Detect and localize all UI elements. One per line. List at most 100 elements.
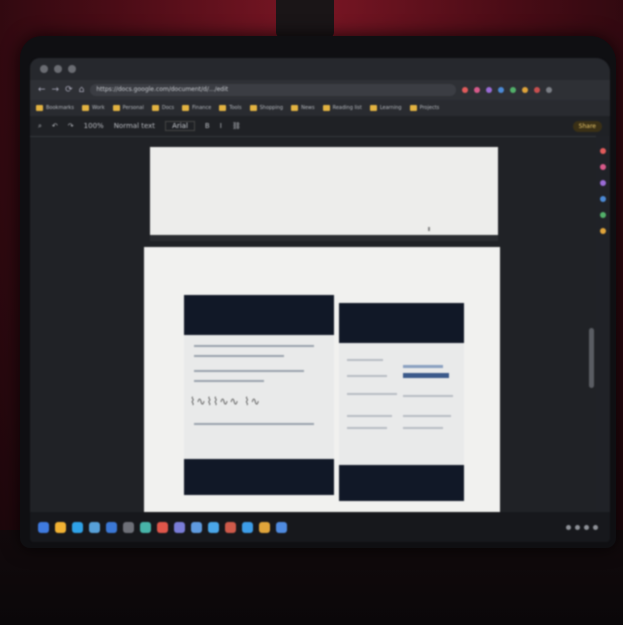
taskbar-app-icon[interactable] [72,521,83,533]
taskbar-app-icon[interactable] [55,521,66,533]
bookmark-folder[interactable]: Tools [219,105,242,111]
bookmark-folder[interactable]: Learning [369,105,402,111]
screenshot-text-line [194,345,314,347]
link-icon[interactable]: ⛓ [232,122,241,130]
bookmark-folder[interactable]: News [291,105,315,111]
extension-icon[interactable] [498,87,505,93]
forward-icon[interactable]: → [52,85,60,95]
taskbar-app-icon[interactable] [276,521,287,533]
bold-icon[interactable]: B [205,122,210,130]
extension-icon[interactable] [534,87,541,93]
bookmark-label: News [301,105,315,111]
embedded-screenshot[interactable] [339,303,464,501]
wifi-icon[interactable] [575,524,580,530]
folder-icon [291,105,299,111]
taskbar-app-icon[interactable] [123,521,134,533]
font-select[interactable]: Arial [165,121,195,131]
zoom-select[interactable]: 100% [84,122,104,130]
screenshot-text-line [347,415,392,417]
bookmark-folder[interactable]: Bookmarks [36,105,74,111]
bookmark-folder[interactable]: Personal [112,105,144,111]
taskbar-app-icon[interactable] [242,521,253,533]
side-panel-icon[interactable] [600,164,606,170]
folder-icon [219,105,227,111]
window-control-icon[interactable] [54,65,62,73]
folder-icon [249,105,257,111]
address-bar-row: ← → ⟳ ⌂ https://docs.google.com/document… [30,80,610,100]
document-page[interactable] [150,147,498,235]
bookmarks-bar: Bookmarks Work Personal Docs Finance Too… [30,100,610,116]
taskbar [30,512,610,542]
search-menus-icon[interactable]: ⌕ [38,122,42,131]
screenshot-text-line [347,375,387,377]
document-canvas[interactable]: ⌇∿⌇⌇∿∿ ⌇∿ [30,137,596,537]
bookmark-label: Projects [419,105,440,111]
bookmark-folder[interactable]: Docs [151,105,174,111]
taskbar-app-icon[interactable] [89,521,100,533]
volume-icon[interactable] [584,524,589,530]
folder-icon [182,105,190,111]
reload-icon[interactable]: ⟳ [65,85,73,95]
screenshot-text-line [194,370,304,372]
screenshot-footer-band [339,465,464,501]
monitor-screen: ← → ⟳ ⌂ https://docs.google.com/document… [30,58,610,542]
taskbar-app-icon[interactable] [259,521,270,533]
extension-icon[interactable] [486,87,493,93]
bookmark-label: Tools [229,105,242,111]
taskbar-app-icon[interactable] [225,521,236,533]
extension-icon[interactable] [510,87,517,93]
bookmark-folder[interactable]: Reading list [322,105,362,111]
undo-icon[interactable]: ↶ [52,122,58,130]
screenshot-button [403,373,449,378]
taskbar-app-icon[interactable] [38,521,49,533]
taskbar-app-icon[interactable] [174,521,185,533]
bookmark-folder[interactable]: Projects [409,105,440,111]
side-panel-icon[interactable] [600,212,606,218]
window-control-icon[interactable] [68,65,76,73]
bookmark-folder[interactable]: Finance [182,105,211,111]
chevron-up-icon[interactable] [566,524,571,530]
bookmark-label: Shopping [259,105,284,111]
share-button[interactable]: Share [572,120,602,132]
monitor-stand [276,0,334,38]
italic-icon[interactable]: I [220,122,222,130]
taskbar-app-icon[interactable] [191,521,202,533]
taskbar-app-icon[interactable] [106,521,117,533]
side-panel-icon[interactable] [600,148,606,154]
screenshot-text-line [194,423,314,425]
extension-icon[interactable] [546,87,553,93]
taskbar-app-icon[interactable] [208,521,219,533]
system-tray [566,524,602,530]
embedded-screenshot[interactable]: ⌇∿⌇⌇∿∿ ⌇∿ [184,295,334,495]
side-panel-icon[interactable] [600,228,606,234]
taskbar-app-icon[interactable] [140,521,151,533]
back-icon[interactable]: ← [38,85,46,95]
screenshot-text-line [194,355,284,357]
page-break [150,235,498,241]
extension-icon[interactable] [522,87,529,93]
extension-icon[interactable] [474,87,481,93]
url-field[interactable]: https://docs.google.com/document/d/.../e… [90,84,457,96]
bookmark-label: Finance [192,105,212,111]
bookmark-folder[interactable]: Shopping [249,105,284,111]
screenshot-text-line [403,427,443,429]
screenshot-text-line [347,393,397,395]
window-control-icon[interactable] [40,65,48,73]
bookmark-folder[interactable]: Work [81,105,105,111]
scrollbar-thumb[interactable] [589,328,594,388]
bookmark-label: Personal [122,105,144,111]
battery-icon[interactable] [593,524,598,530]
screenshot-text-line [347,359,383,361]
document-page[interactable]: ⌇∿⌇⌇∿∿ ⌇∿ [144,247,500,537]
taskbar-app-icon[interactable] [157,521,168,533]
extension-icon[interactable] [462,87,469,93]
side-panel-icon[interactable] [600,180,606,186]
home-icon[interactable]: ⌂ [79,85,85,95]
screenshot-header-band [184,295,334,335]
redo-icon[interactable]: ↷ [68,122,74,130]
style-select[interactable]: Normal text [114,122,155,130]
docs-toolbar: ⌕ ↶ ↷ 100% Normal text Arial B I ⛓ Share [30,116,610,137]
side-panel-icon[interactable] [600,196,606,202]
folder-icon [81,105,89,111]
bookmark-label: Reading list [332,105,362,111]
